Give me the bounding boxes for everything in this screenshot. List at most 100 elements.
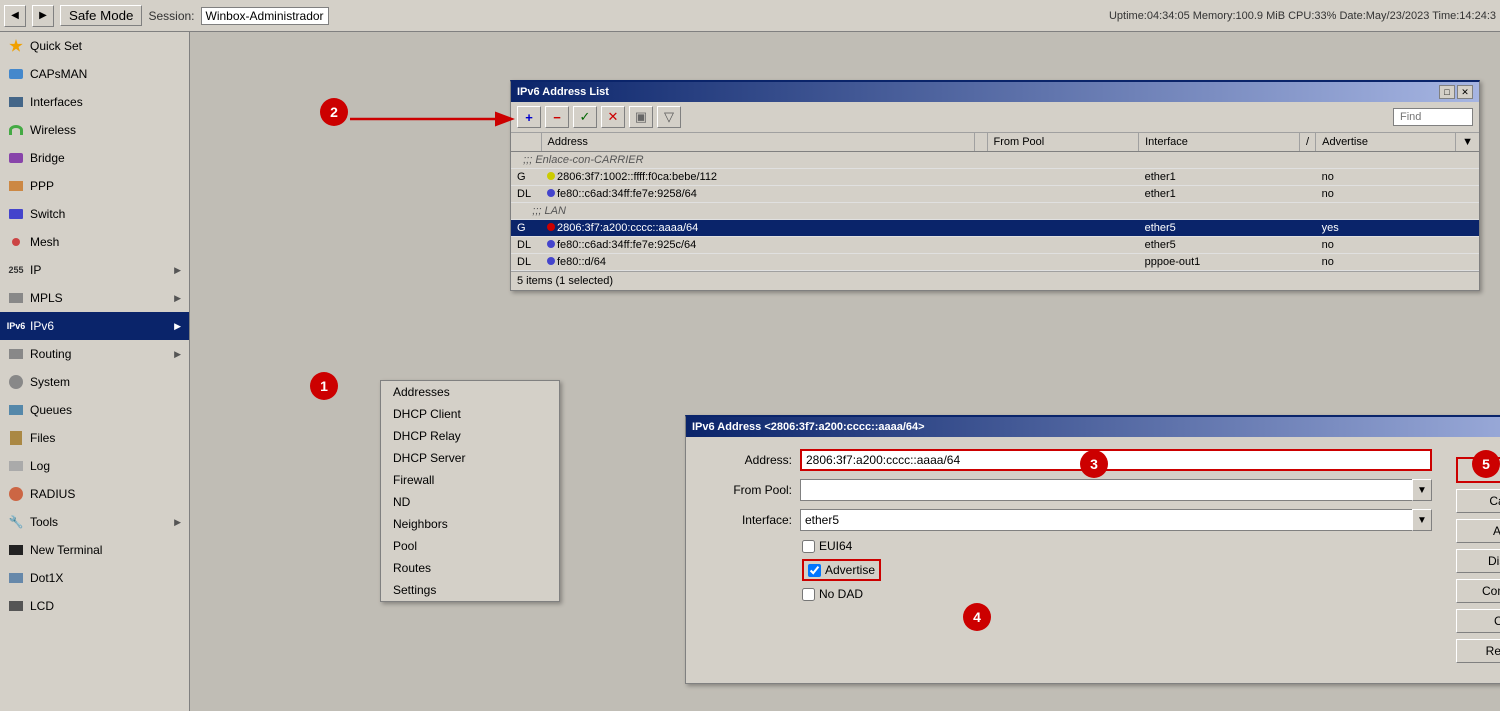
enable-address-button[interactable]: ✓: [573, 106, 597, 128]
sidebar-item-ip[interactable]: 255 IP ▶: [0, 256, 189, 284]
sidebar: Quick Set CAPsMAN Interfaces Wireless Br…: [0, 32, 190, 711]
step-1-indicator: 1: [310, 372, 338, 400]
sidebar-item-log[interactable]: Log: [0, 452, 189, 480]
window-controls-list: □ ✕: [1439, 85, 1473, 99]
disable-address-button[interactable]: ✕: [601, 106, 625, 128]
find-input[interactable]: [1393, 108, 1473, 126]
sidebar-item-files[interactable]: Files: [0, 424, 189, 452]
sidebar-item-system[interactable]: System: [0, 368, 189, 396]
advertise-row: Advertise: [702, 559, 1432, 581]
disable-button[interactable]: Disable: [1456, 549, 1500, 573]
submenu-item-dhcp-server[interactable]: DHCP Server: [381, 447, 559, 469]
col-from-pool[interactable]: From Pool: [987, 133, 1139, 152]
ipv6-addr-title: IPv6 Address <2806:3f7:a200:cccc::aaaa/6…: [692, 421, 925, 433]
row-interface: ether5: [1139, 237, 1300, 254]
submenu-item-neighbors[interactable]: Neighbors: [381, 513, 559, 535]
comment-action-button[interactable]: Comment: [1456, 579, 1500, 603]
submenu-item-settings[interactable]: Settings: [381, 579, 559, 601]
sidebar-label-lcd: LCD: [30, 599, 181, 613]
sidebar-item-bridge[interactable]: Bridge: [0, 144, 189, 172]
sidebar-item-quick-set[interactable]: Quick Set: [0, 32, 189, 60]
sidebar-item-routing[interactable]: Routing ▶: [0, 340, 189, 368]
comment-button[interactable]: ▣: [629, 106, 653, 128]
submenu-item-dhcp-client[interactable]: DHCP Client: [381, 403, 559, 425]
col-dropdown[interactable]: ▼: [1456, 133, 1479, 152]
sidebar-label-files: Files: [30, 431, 181, 445]
sidebar-label-interfaces: Interfaces: [30, 95, 181, 109]
sidebar-item-ppp[interactable]: PPP: [0, 172, 189, 200]
row-slash: [1300, 254, 1316, 271]
advertise-checkbox[interactable]: [808, 564, 821, 577]
remove-button[interactable]: Remove: [1456, 639, 1500, 663]
row-type: DL: [511, 254, 541, 271]
row-extra: [1456, 220, 1479, 237]
row-from-pool: [987, 254, 1139, 271]
eui64-checkbox[interactable]: [802, 540, 815, 553]
sidebar-item-mpls[interactable]: MPLS ▶: [0, 284, 189, 312]
sidebar-item-switch[interactable]: Switch: [0, 200, 189, 228]
sidebar-item-lcd[interactable]: LCD: [0, 592, 189, 620]
table-row-selected[interactable]: G 2806:3f7:a200:cccc::aaaa/64 ether5 yes: [511, 220, 1479, 237]
table-row[interactable]: DL fe80::c6ad:34ff:fe7e:925c/64 ether5 n…: [511, 237, 1479, 254]
submenu-item-firewall[interactable]: Firewall: [381, 469, 559, 491]
interface-dropdown-arrow[interactable]: ▼: [1412, 509, 1432, 531]
sidebar-item-wireless[interactable]: Wireless: [0, 116, 189, 144]
submenu-item-addresses[interactable]: Addresses: [381, 381, 559, 403]
step-2-indicator: 2: [320, 98, 348, 126]
sidebar-item-queues[interactable]: Queues: [0, 396, 189, 424]
table-row[interactable]: DL fe80::d/64 pppoe-out1 no: [511, 254, 1479, 271]
apply-button[interactable]: Apply: [1456, 519, 1500, 543]
no-dad-checkbox[interactable]: [802, 588, 815, 601]
action-buttons: OK Cancel Apply Disable Comment Copy Rem…: [1448, 449, 1500, 671]
cancel-button[interactable]: Cancel: [1456, 489, 1500, 513]
from-pool-input[interactable]: [800, 479, 1413, 501]
sidebar-label-mesh: Mesh: [30, 235, 181, 249]
step-2-arrow: [350, 104, 530, 137]
step-5-indicator: 5: [1472, 450, 1500, 478]
step-3-indicator: 3: [1080, 450, 1108, 478]
sidebar-item-dot1x[interactable]: Dot1X: [0, 564, 189, 592]
sidebar-item-new-terminal[interactable]: New Terminal: [0, 536, 189, 564]
col-interface[interactable]: Interface: [1139, 133, 1300, 152]
sidebar-arrow-tools: ▶: [174, 517, 181, 528]
table-row[interactable]: DL fe80::c6ad:34ff:fe7e:9258/64 ether1 n…: [511, 186, 1479, 203]
sidebar-arrow-mpls: ▶: [174, 293, 181, 304]
eui64-text: EUI64: [819, 539, 852, 553]
submenu-item-dhcp-relay[interactable]: DHCP Relay: [381, 425, 559, 447]
submenu-item-nd[interactable]: ND: [381, 491, 559, 513]
from-pool-label: From Pool:: [702, 483, 792, 497]
advertise-label: Advertise: [802, 559, 881, 581]
sidebar-item-interfaces[interactable]: Interfaces: [0, 88, 189, 116]
no-dad-label: No DAD: [802, 587, 863, 601]
col-address[interactable]: Address: [541, 133, 974, 152]
from-pool-container: ▼: [800, 479, 1432, 501]
row-extra: [1456, 254, 1479, 271]
safe-mode-button[interactable]: Safe Mode: [60, 5, 142, 26]
row-sep: [974, 186, 987, 203]
from-pool-dropdown-arrow[interactable]: ▼: [1412, 479, 1432, 501]
address-input[interactable]: [800, 449, 1432, 471]
submenu-item-routes[interactable]: Routes: [381, 557, 559, 579]
sidebar-item-radius[interactable]: RADIUS: [0, 480, 189, 508]
forward-button[interactable]: ▶: [32, 5, 54, 27]
row-extra: [1456, 186, 1479, 203]
submenu-item-pool[interactable]: Pool: [381, 535, 559, 557]
row-sep: [974, 169, 987, 186]
row-interface: pppoe-out1: [1139, 254, 1300, 271]
table-row[interactable]: G 2806:3f7:1002::ffff:f0ca:bebe/112 ethe…: [511, 169, 1479, 186]
sidebar-item-ipv6[interactable]: IPv6 IPv6 ▶: [0, 312, 189, 340]
sidebar-item-mesh[interactable]: Mesh: [0, 228, 189, 256]
col-advertise[interactable]: Advertise: [1316, 133, 1456, 152]
sidebar-label-ppp: PPP: [30, 179, 181, 193]
close-list-button[interactable]: ✕: [1457, 85, 1473, 99]
remove-address-button[interactable]: −: [545, 106, 569, 128]
back-button[interactable]: ◀: [4, 5, 26, 27]
minimize-list-button[interactable]: □: [1439, 85, 1455, 99]
interface-input[interactable]: [800, 509, 1413, 531]
sidebar-item-tools[interactable]: 🔧 Tools ▶: [0, 508, 189, 536]
copy-button[interactable]: Copy: [1456, 609, 1500, 633]
sidebar-item-capsman[interactable]: CAPsMAN: [0, 60, 189, 88]
sidebar-label-quick-set: Quick Set: [30, 39, 181, 53]
filter-button[interactable]: ▽: [657, 106, 681, 128]
top-bar: ◀ ▶ Safe Mode Session: Winbox-Administra…: [0, 0, 1500, 32]
